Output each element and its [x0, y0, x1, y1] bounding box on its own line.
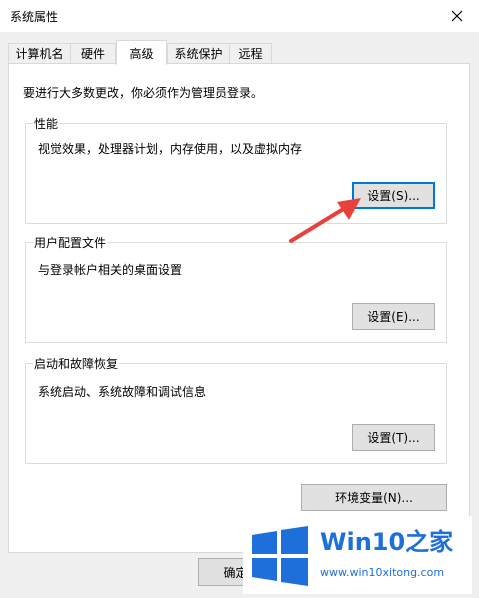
- close-button[interactable]: [435, 0, 479, 32]
- tab-remote[interactable]: 远程: [229, 43, 272, 63]
- watermark-url: www.win10xitong.com: [320, 566, 445, 579]
- profile-title: 用户配置文件: [33, 234, 108, 251]
- admin-notice: 要进行大多数更改，你必须作为管理员登录。: [23, 86, 264, 100]
- tab-system-protection[interactable]: 系统保护: [167, 43, 230, 63]
- performance-title: 性能: [33, 115, 60, 132]
- environment-variables-button[interactable]: 环境变量(N)...: [301, 484, 447, 511]
- profile-settings-button[interactable]: 设置(E)...: [352, 303, 435, 330]
- window-title: 系统属性: [10, 10, 59, 24]
- tab-computer-name[interactable]: 计算机名: [8, 43, 71, 63]
- title-bar: 系统属性: [0, 0, 479, 32]
- performance-desc: 视觉效果，处理器计划，内存使用，以及虚拟内存: [38, 142, 303, 156]
- annotation-arrow-icon: [289, 198, 361, 243]
- startup-desc: 系统启动、系统故障和调试信息: [38, 385, 207, 399]
- tab-advanced[interactable]: 高级: [116, 40, 167, 65]
- startup-settings-button[interactable]: 设置(T)...: [352, 424, 435, 451]
- windows-logo-icon: [252, 526, 308, 586]
- startup-title: 启动和故障恢复: [33, 355, 120, 372]
- watermark-title: Win10之家: [320, 528, 454, 556]
- close-icon: [451, 10, 463, 22]
- profile-desc: 与登录帐户相关的桌面设置: [38, 263, 183, 277]
- tab-hardware[interactable]: 硬件: [70, 43, 116, 63]
- watermark: Win10之家 www.win10xitong.com: [243, 516, 472, 594]
